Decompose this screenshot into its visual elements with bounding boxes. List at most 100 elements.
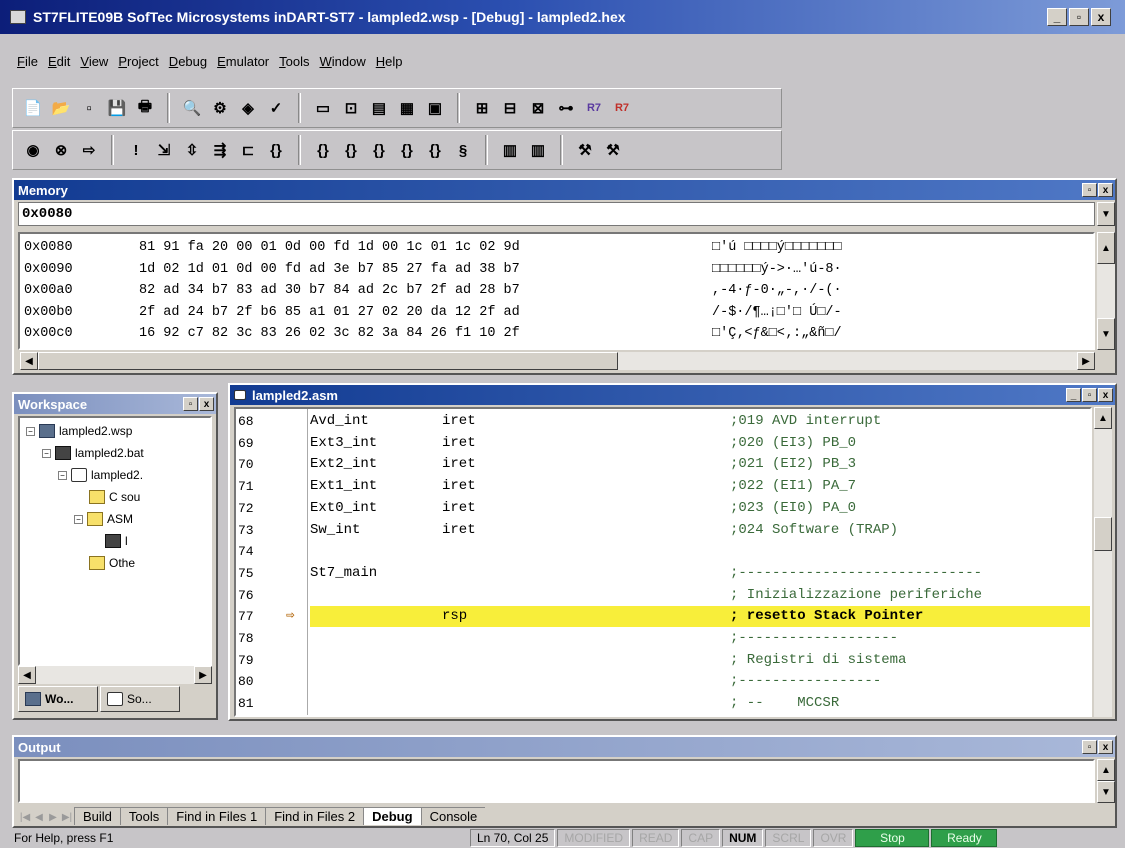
watch-icon[interactable]: ▣: [423, 96, 447, 120]
find-icon[interactable]: 🔍: [180, 96, 204, 120]
go-icon[interactable]: ⇨: [77, 138, 101, 162]
step-over-icon[interactable]: ⇶: [208, 138, 232, 162]
address-dropdown[interactable]: ▼: [1097, 202, 1115, 226]
source-minimize-button[interactable]: _: [1066, 388, 1081, 402]
restore-button[interactable]: ▫: [1069, 8, 1089, 26]
menu-debug[interactable]: Debug: [164, 54, 212, 69]
close-button[interactable]: x: [1091, 8, 1111, 26]
open-folder-icon[interactable]: 📂: [49, 96, 73, 120]
call5-icon[interactable]: {}: [395, 138, 419, 162]
scroll-thumb[interactable]: [38, 352, 618, 370]
check-icon[interactable]: ✓: [264, 96, 288, 120]
tab-tools[interactable]: Tools: [119, 807, 168, 825]
new-file-icon[interactable]: 📄: [21, 96, 45, 120]
scroll-left-icon[interactable]: ◀: [20, 352, 38, 370]
memory-row-hex[interactable]: 1d 02 1d 01 0d 00 fd ad 3e b7 85 27 fa a…: [139, 260, 520, 280]
workspace-restore-button[interactable]: ▫: [183, 397, 198, 411]
tree-expander[interactable]: −: [26, 426, 35, 436]
scroll-right-icon[interactable]: ▶: [1077, 352, 1095, 370]
stack-icon[interactable]: ⊟: [498, 96, 522, 120]
break-icon[interactable]: !: [124, 138, 148, 162]
save-icon[interactable]: 💾: [105, 96, 129, 120]
memory-icon[interactable]: ▤: [367, 96, 391, 120]
window-icon[interactable]: ▫: [77, 96, 101, 120]
menu-edit[interactable]: Edit: [43, 54, 75, 69]
tab-debug[interactable]: Debug: [363, 807, 421, 825]
tree-expander[interactable]: −: [58, 470, 67, 480]
memory-vertical-scrollbar[interactable]: ▲ ▼: [1097, 232, 1115, 350]
workspace-horizontal-scrollbar[interactable]: ◀ ▶: [18, 666, 212, 684]
menu-help[interactable]: Help: [371, 54, 408, 69]
source-code[interactable]: 68 Avd_int iret ;019 AVD interrupt 69 Ext3_in…: [234, 407, 1092, 717]
chevron-down-icon[interactable]: ▼: [1097, 202, 1115, 226]
memory-restore-button[interactable]: ▫: [1082, 183, 1097, 197]
source-restore-button[interactable]: ▫: [1082, 388, 1097, 402]
menu-window[interactable]: Window: [315, 54, 371, 69]
disasm-icon[interactable]: ⊞: [470, 96, 494, 120]
chip2-icon[interactable]: ▥: [526, 138, 550, 162]
call2-icon[interactable]: {}: [311, 138, 335, 162]
call6-icon[interactable]: {}: [423, 138, 447, 162]
out-icon[interactable]: ⊡: [339, 96, 363, 120]
tab-source[interactable]: So...: [100, 686, 180, 712]
last-tab-icon[interactable]: ▶|: [60, 809, 74, 825]
call-icon[interactable]: {}: [264, 138, 288, 162]
tree-expander[interactable]: −: [42, 448, 51, 458]
memory-row-hex[interactable]: 2f ad 24 b7 2f b6 85 a1 01 27 02 20 da 1…: [139, 303, 520, 323]
stop-icon[interactable]: ⊗: [49, 138, 73, 162]
tree-item[interactable]: − ASM: [74, 510, 133, 528]
reset-icon[interactable]: ◉: [21, 138, 45, 162]
tree-item[interactable]: l: [90, 532, 128, 550]
menu-emulator[interactable]: Emulator: [212, 54, 274, 69]
registers-icon[interactable]: ▦: [395, 96, 419, 120]
memory-row-hex[interactable]: 81 91 fa 20 00 01 0d 00 fd 1d 00 1c 01 1…: [139, 238, 520, 258]
scroll-right-icon[interactable]: ▶: [194, 666, 212, 684]
compile-icon[interactable]: ◈: [236, 96, 260, 120]
r7-icon[interactable]: R7: [582, 96, 606, 120]
animate-icon[interactable]: ⊏: [236, 138, 260, 162]
output-close-button[interactable]: x: [1098, 740, 1113, 754]
memory-row-hex[interactable]: 82 ad 34 b7 83 ad 30 b7 84 ad 2c b7 2f a…: [139, 281, 520, 301]
r7-red-icon[interactable]: R7: [610, 96, 634, 120]
print-icon[interactable]: 🖶: [133, 96, 157, 120]
scroll-up-icon[interactable]: ▲: [1094, 407, 1112, 429]
menu-project[interactable]: Project: [113, 54, 163, 69]
tab-build[interactable]: Build: [74, 807, 120, 825]
menu-view[interactable]: View: [75, 54, 113, 69]
output-vertical-scrollbar[interactable]: ▲ ▼: [1097, 759, 1115, 803]
output-text-area[interactable]: [18, 759, 1095, 803]
peripheral-icon[interactable]: ⊠: [526, 96, 550, 120]
scroll-up-icon[interactable]: ▲: [1097, 232, 1115, 264]
call3-icon[interactable]: {}: [339, 138, 363, 162]
tree-item[interactable]: − lampled2.: [58, 466, 143, 484]
prev-tab-icon[interactable]: ◀: [32, 809, 46, 825]
tab-find-in-files-2[interactable]: Find in Files 2: [265, 807, 364, 825]
minimize-button[interactable]: _: [1047, 8, 1067, 26]
output-restore-button[interactable]: ▫: [1082, 740, 1097, 754]
tab-console[interactable]: Console: [420, 807, 486, 825]
tab-find-in-files-1[interactable]: Find in Files 1: [167, 807, 266, 825]
first-tab-icon[interactable]: |◀: [18, 809, 32, 825]
scroll-thumb[interactable]: [1094, 517, 1112, 551]
view-icon[interactable]: ▭: [311, 96, 335, 120]
source-close-button[interactable]: x: [1098, 388, 1113, 402]
tool2-icon[interactable]: ⚒: [601, 138, 625, 162]
menu-tools[interactable]: Tools: [274, 54, 314, 69]
scroll-down-icon[interactable]: ▼: [1097, 781, 1115, 803]
memory-address-field[interactable]: 0x0080: [18, 202, 1095, 226]
tree-item[interactable]: Othe: [74, 554, 135, 572]
call4-icon[interactable]: {}: [367, 138, 391, 162]
step-into-icon[interactable]: ⇳: [180, 138, 204, 162]
tree-expander[interactable]: −: [74, 514, 83, 524]
tab-workspace[interactable]: Wo...: [18, 686, 98, 712]
tree-item[interactable]: − lampled2.bat: [42, 444, 144, 462]
scroll-up-icon[interactable]: ▲: [1097, 759, 1115, 781]
tool-icon[interactable]: ⚒: [573, 138, 597, 162]
step-icon[interactable]: ⇲: [152, 138, 176, 162]
build-icon[interactable]: ⚙: [208, 96, 232, 120]
trace-icon[interactable]: ⊶: [554, 96, 578, 120]
scroll-left-icon[interactable]: ◀: [18, 666, 36, 684]
tree-item[interactable]: − lampled2.wsp: [26, 422, 132, 440]
memory-close-button[interactable]: x: [1098, 183, 1113, 197]
tree-item[interactable]: C sou: [74, 488, 140, 506]
